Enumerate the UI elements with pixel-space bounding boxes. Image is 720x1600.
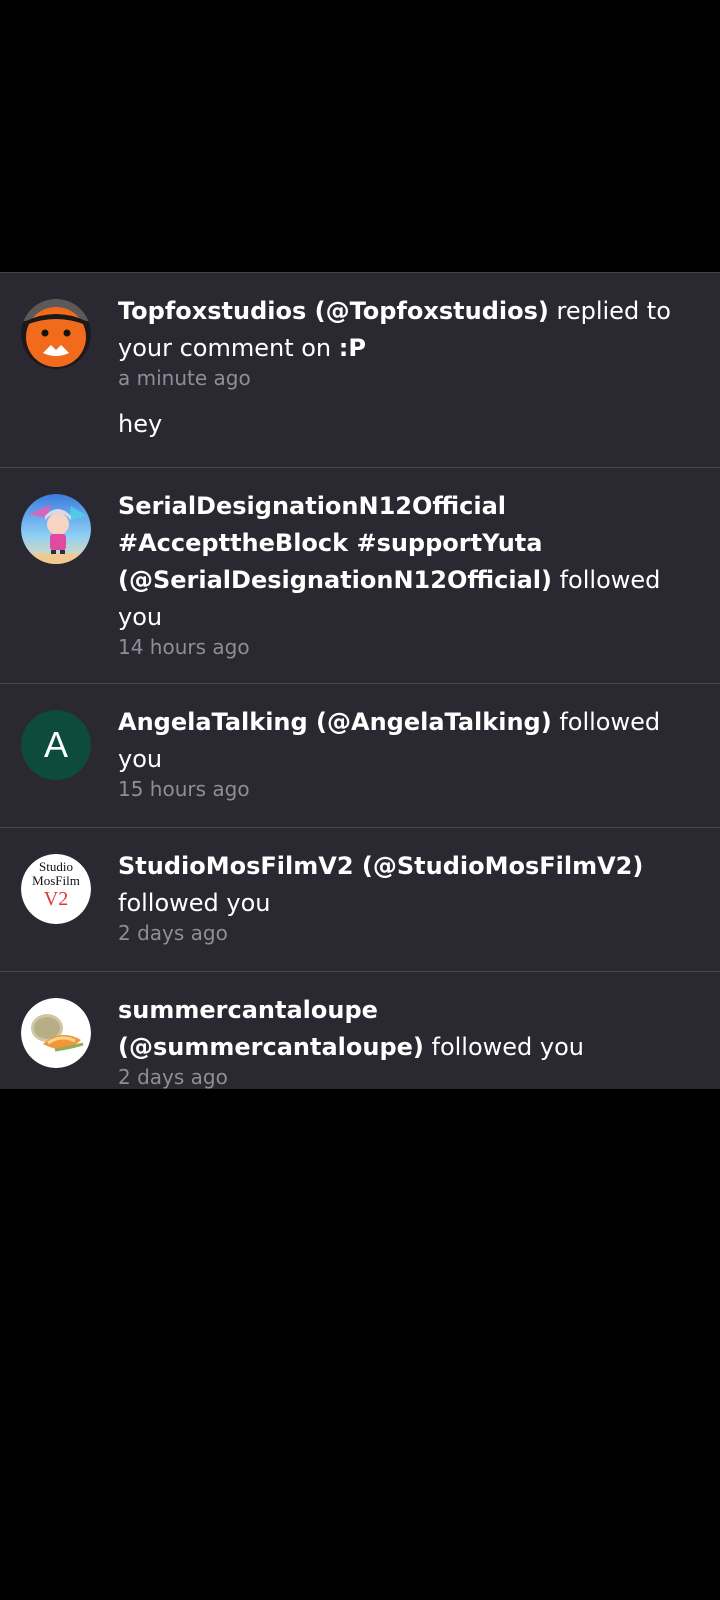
cantaloupe-avatar-icon <box>21 998 91 1068</box>
avatar-line: Studio <box>39 859 73 874</box>
notification-item[interactable]: A AngelaTalking (@AngelaTalking) followe… <box>0 684 720 828</box>
comment-text: hey <box>118 410 163 438</box>
notification-text: StudioMosFilmV2 (@StudioMosFilmV2) follo… <box>118 848 690 922</box>
user-name[interactable]: StudioMosFilmV2 (@StudioMosFilmV2) <box>118 852 643 880</box>
notification-time: 15 hours ago <box>118 777 250 801</box>
user-avatar[interactable] <box>21 998 91 1068</box>
notification-content: StudioMosFilmV2 (@StudioMosFilmV2) follo… <box>118 848 690 951</box>
top-blank-area <box>0 0 720 272</box>
notification-item[interactable]: Studio MosFilm V2 StudioMosFilmV2 (@Stud… <box>0 828 720 972</box>
studio-logo-avatar: Studio MosFilm V2 <box>21 854 91 924</box>
anime-avatar-icon <box>21 494 91 564</box>
user-avatar[interactable]: Studio MosFilm V2 <box>21 854 91 924</box>
fox-avatar-icon <box>21 299 91 369</box>
notification-time: 2 days ago <box>118 921 228 945</box>
notification-text: SerialDesignationN12Official #AccepttheB… <box>118 488 690 636</box>
user-avatar[interactable] <box>21 494 91 564</box>
letter-avatar: A <box>21 710 91 780</box>
notifications-screen: Topfoxstudios (@Topfoxstudios) replied t… <box>0 0 720 1600</box>
notification-list[interactable]: Topfoxstudios (@Topfoxstudios) replied t… <box>0 272 720 1089</box>
user-avatar[interactable] <box>21 299 91 369</box>
notification-content: AngelaTalking (@AngelaTalking) followed … <box>118 704 690 807</box>
notification-item[interactable]: Topfoxstudios (@Topfoxstudios) replied t… <box>0 273 720 468</box>
notification-content: summercantaloupe (@summercantaloupe) fol… <box>118 992 690 1089</box>
notification-text: summercantaloupe (@summercantaloupe) fol… <box>118 992 690 1066</box>
notification-time: a minute ago <box>118 366 251 390</box>
notification-time: 2 days ago <box>118 1065 228 1089</box>
avatar-line: MosFilm <box>32 873 80 888</box>
notification-item[interactable]: SerialDesignationN12Official #AccepttheB… <box>0 468 720 684</box>
user-name[interactable]: summercantaloupe (@summercantaloupe) <box>118 996 424 1061</box>
user-name[interactable]: Topfoxstudios (@Topfoxstudios) <box>118 297 549 325</box>
notification-time: 14 hours ago <box>118 635 250 659</box>
user-avatar[interactable]: A <box>21 710 91 780</box>
comment-target[interactable]: :P <box>339 334 366 362</box>
notification-text: Topfoxstudios (@Topfoxstudios) replied t… <box>118 293 690 367</box>
user-name[interactable]: SerialDesignationN12Official #AccepttheB… <box>118 492 552 594</box>
notification-content: SerialDesignationN12Official #AccepttheB… <box>118 488 690 663</box>
user-name[interactable]: AngelaTalking (@AngelaTalking) <box>118 708 552 736</box>
notification-content: Topfoxstudios (@Topfoxstudios) replied t… <box>118 293 690 447</box>
notification-action: followed you <box>423 1033 585 1061</box>
avatar-line: V2 <box>43 888 69 910</box>
notification-action: followed you <box>118 889 271 917</box>
notification-item[interactable]: summercantaloupe (@summercantaloupe) fol… <box>0 972 720 1089</box>
notification-text: AngelaTalking (@AngelaTalking) followed … <box>118 704 690 778</box>
